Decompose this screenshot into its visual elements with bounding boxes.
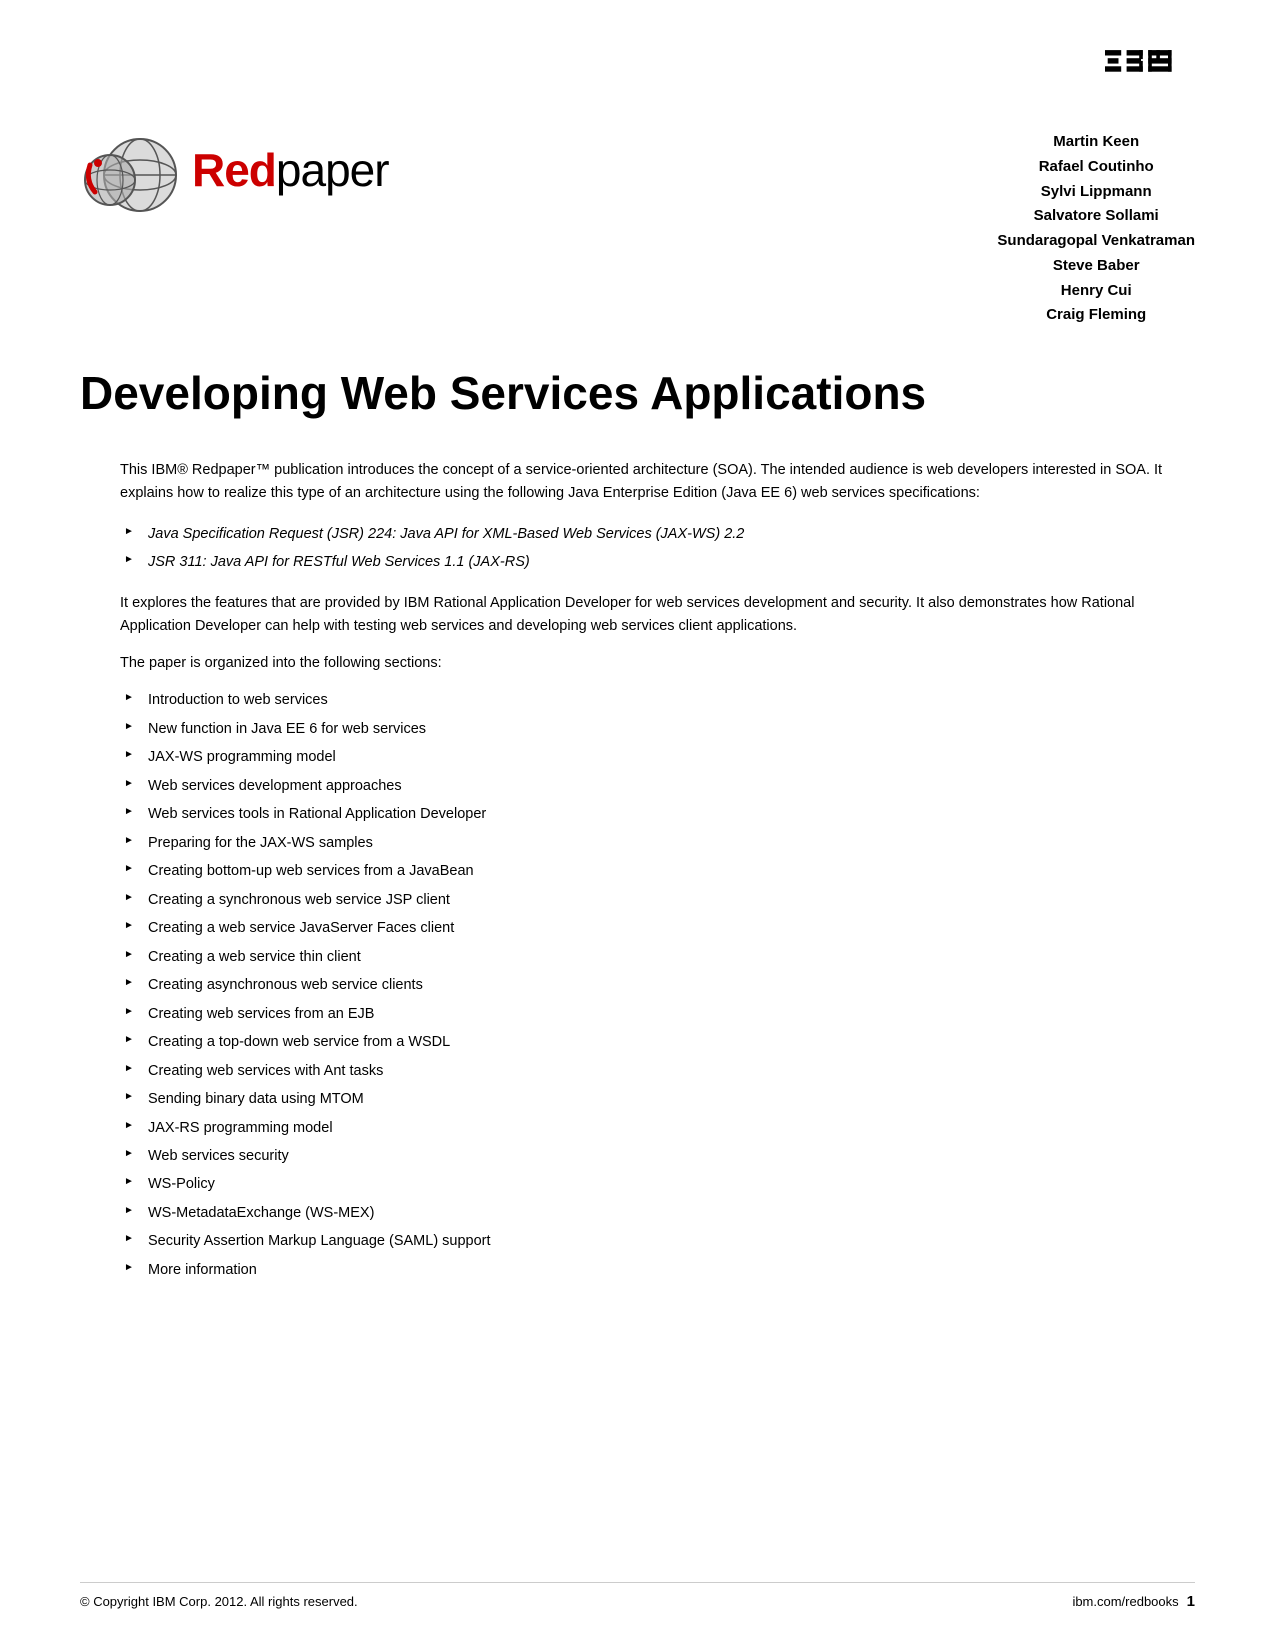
redpaper-logo: Redpaper [80, 120, 389, 220]
list-item: WS-MetadataExchange (WS-MEX) [120, 1202, 1185, 1224]
list-item: More information [120, 1259, 1185, 1281]
list-item: JAX-RS programming model [120, 1117, 1185, 1139]
body-content: This IBM® Redpaper™ publication introduc… [80, 459, 1195, 1282]
ibm-logo-graphic [1105, 50, 1195, 88]
spec-bullets-list: Java Specification Request (JSR) 224: Ja… [120, 523, 1185, 574]
author-5: Sundaragopal Venkatraman [997, 229, 1195, 254]
list-item: WS-Policy [120, 1173, 1185, 1195]
list-item: Web services development approaches [120, 775, 1185, 797]
author-2: Rafael Coutinho [997, 155, 1195, 180]
organized-label: The paper is organized into the followin… [120, 652, 1185, 675]
list-item: Introduction to web services [120, 689, 1185, 711]
list-item: New function in Java EE 6 for web servic… [120, 718, 1185, 740]
list-item: JAX-WS programming model [120, 746, 1185, 768]
intro-paragraph: This IBM® Redpaper™ publication introduc… [120, 459, 1185, 505]
list-item: Creating web services from an EJB [120, 1003, 1185, 1025]
list-item: Creating a web service JavaServer Faces … [120, 917, 1185, 939]
header-area: Redpaper Martin Keen Rafael Coutinho Syl… [80, 120, 1195, 328]
spec-bullet-2: JSR 311: Java API for RESTful Web Servic… [120, 551, 1185, 573]
copyright-text: © Copyright IBM Corp. 2012. All rights r… [80, 1594, 358, 1609]
list-item: Web services security [120, 1145, 1185, 1167]
redpaper-globe-icon [80, 120, 180, 220]
list-item: Security Assertion Markup Language (SAML… [120, 1230, 1185, 1252]
page-number: 1 [1187, 1593, 1195, 1610]
list-item: Creating a web service thin client [120, 946, 1185, 968]
author-6: Steve Baber [997, 254, 1195, 279]
explore-paragraph: It explores the features that are provid… [120, 592, 1185, 638]
footer-right: ibm.com/redbooks 1 [1072, 1593, 1195, 1610]
ibm-logo [1105, 50, 1195, 88]
page: Redpaper Martin Keen Rafael Coutinho Syl… [0, 0, 1275, 1650]
author-7: Henry Cui [997, 279, 1195, 304]
list-item: Sending binary data using MTOM [120, 1088, 1185, 1110]
author-1: Martin Keen [997, 130, 1195, 155]
author-4: Salvatore Sollami [997, 204, 1195, 229]
list-item: Creating a synchronous web service JSP c… [120, 889, 1185, 911]
list-item: Creating asynchronous web service client… [120, 974, 1185, 996]
redpaper-brand-text: Redpaper [192, 143, 389, 197]
list-item: Web services tools in Rational Applicati… [120, 803, 1185, 825]
list-item: Preparing for the JAX-WS samples [120, 832, 1185, 854]
author-8: Craig Fleming [997, 303, 1195, 328]
sections-list: Introduction to web services New functio… [120, 689, 1185, 1281]
list-item: Creating web services with Ant tasks [120, 1060, 1185, 1082]
page-title: Developing Web Services Applications [80, 368, 1195, 419]
website-text: ibm.com/redbooks [1072, 1594, 1178, 1609]
author-3: Sylvi Lippmann [997, 180, 1195, 205]
authors-block: Martin Keen Rafael Coutinho Sylvi Lippma… [997, 120, 1195, 328]
list-item: Creating bottom-up web services from a J… [120, 860, 1185, 882]
page-footer: © Copyright IBM Corp. 2012. All rights r… [80, 1582, 1195, 1610]
spec-bullet-1: Java Specification Request (JSR) 224: Ja… [120, 523, 1185, 545]
list-item: Creating a top-down web service from a W… [120, 1031, 1185, 1053]
